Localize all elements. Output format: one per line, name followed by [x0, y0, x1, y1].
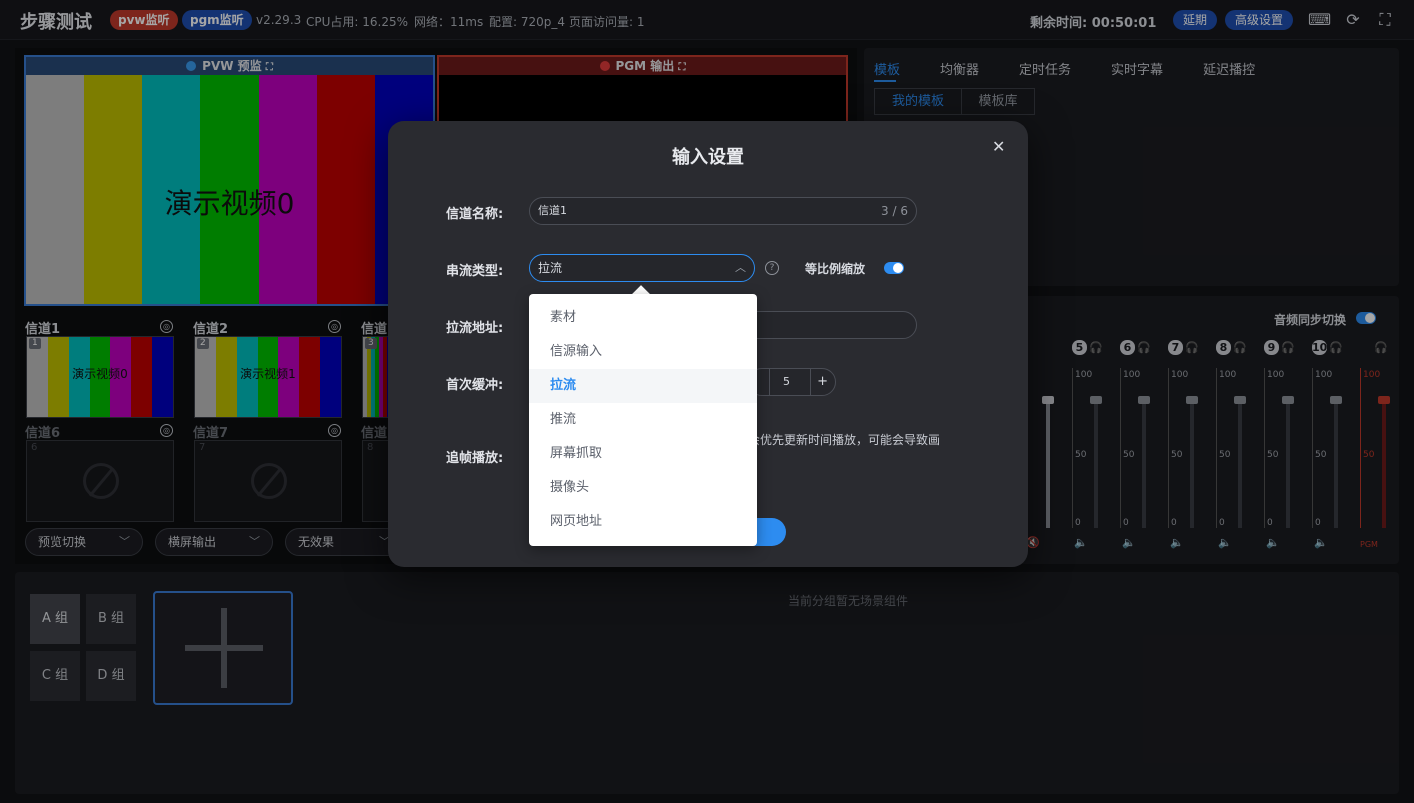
channel-name-label: 信道名称:: [446, 207, 504, 222]
chase-frame-label: 追帧播放:: [446, 451, 504, 466]
stepper-divider: [769, 369, 770, 395]
chevron-up-icon: ︿: [735, 261, 746, 274]
buffer-stepper[interactable]: 5 +: [748, 368, 836, 396]
menu-item-web-url[interactable]: 网页地址: [529, 505, 757, 539]
menu-item-source-input[interactable]: 信源输入: [529, 335, 757, 369]
char-count: 3 / 6: [881, 204, 908, 218]
menu-item-material[interactable]: 素材: [529, 301, 757, 335]
help-icon[interactable]: ?: [765, 261, 779, 275]
menu-item-camera[interactable]: 摄像头: [529, 471, 757, 505]
chase-frame-description: 会优先更新时间播放，可能会导致画: [748, 433, 941, 447]
aspect-ratio-toggle[interactable]: [884, 262, 904, 274]
stream-type-value: 拉流: [538, 261, 563, 275]
buffer-label: 首次缓冲:: [446, 378, 504, 393]
stream-type-dropdown: 素材 信源输入 拉流 推流 屏幕抓取 摄像头 网页地址: [529, 294, 757, 546]
menu-item-push-stream[interactable]: 推流: [529, 403, 757, 437]
close-icon[interactable]: ✕: [992, 137, 1005, 156]
menu-item-screen-capture[interactable]: 屏幕抓取: [529, 437, 757, 471]
stepper-divider: [810, 369, 811, 395]
aspect-ratio-label: 等比例缩放: [805, 262, 866, 276]
stream-type-label: 串流类型:: [446, 264, 504, 279]
channel-name-value: 信道1: [538, 204, 567, 217]
dialog-title: 输入设置: [672, 147, 744, 168]
menu-padding: [529, 294, 757, 301]
buffer-value: 5: [783, 375, 790, 388]
channel-name-input[interactable]: 信道1 3 / 6: [529, 197, 917, 225]
pull-url-label: 拉流地址:: [446, 321, 504, 336]
increment-button[interactable]: +: [817, 369, 828, 395]
menu-item-pull-stream[interactable]: 拉流: [529, 369, 757, 403]
stream-type-select[interactable]: 拉流 ︿: [529, 254, 755, 282]
